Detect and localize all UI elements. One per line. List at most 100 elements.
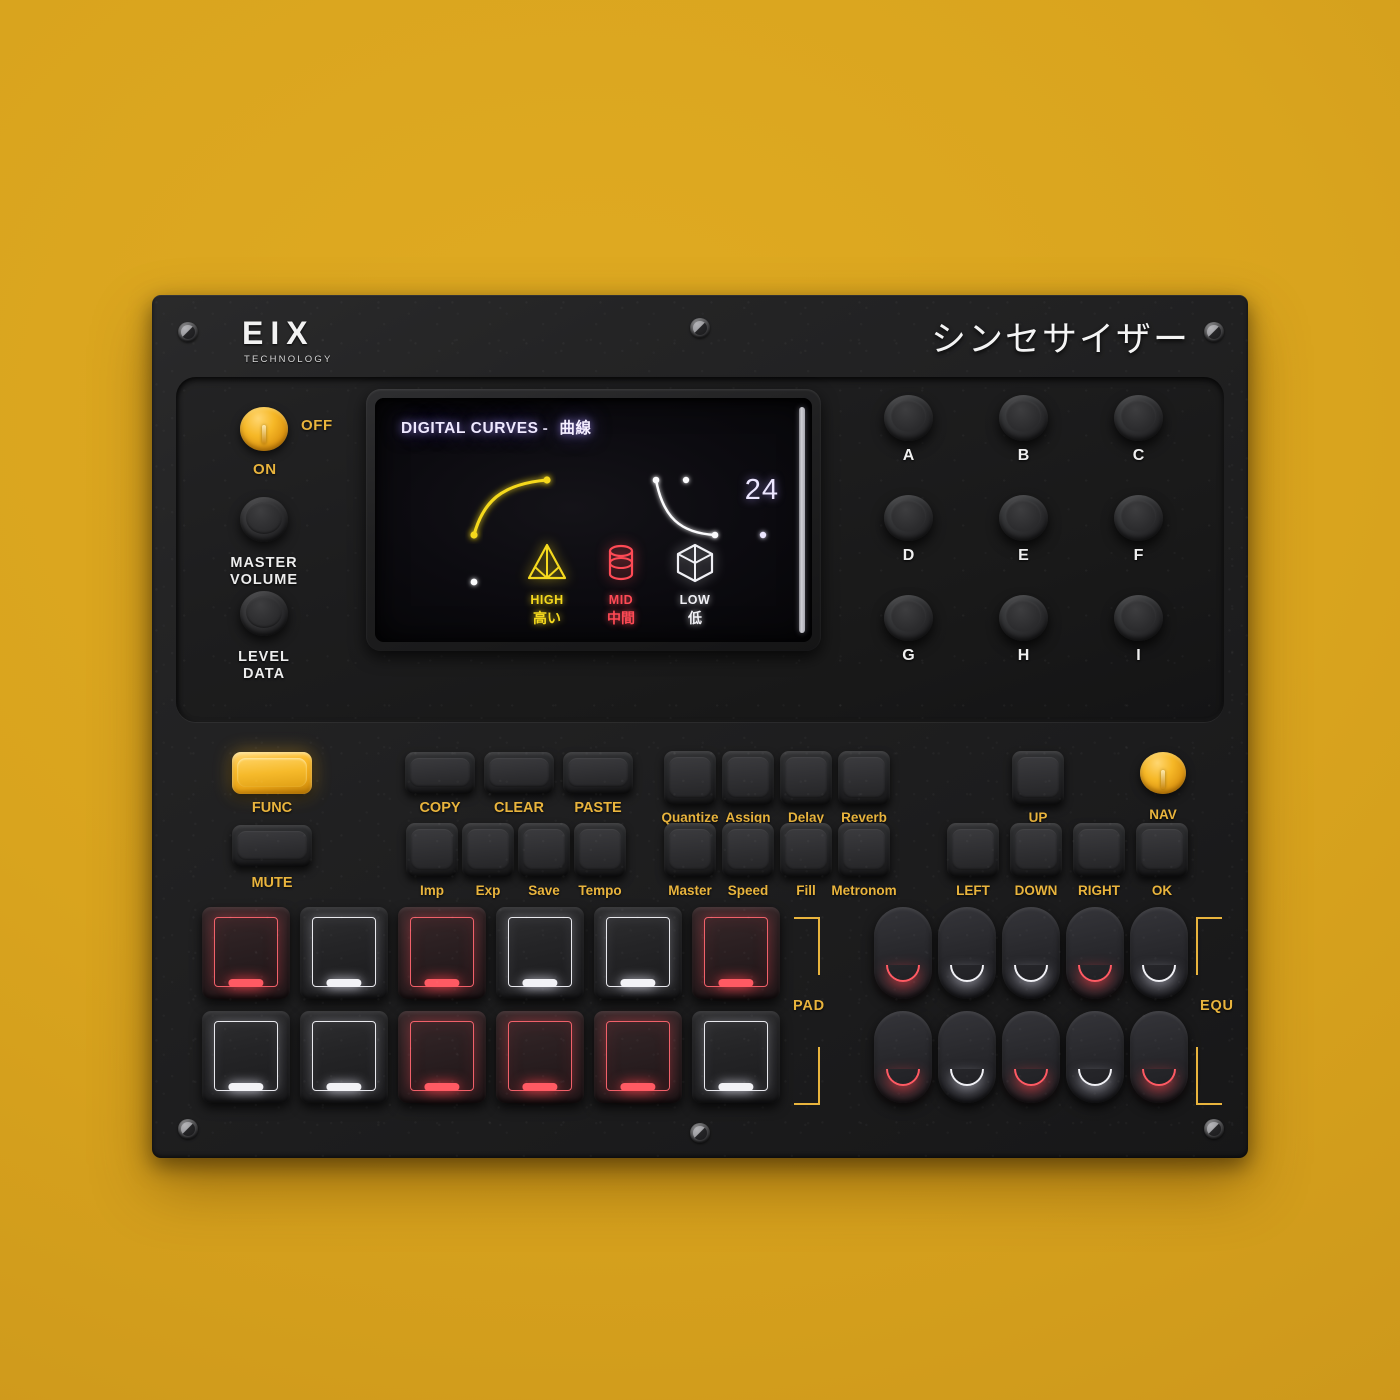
pad-bracket: PAD xyxy=(793,917,840,1107)
power-on-label: ON xyxy=(253,461,277,478)
equ-9[interactable] xyxy=(1066,1011,1124,1103)
pad-4-indicator xyxy=(522,979,558,987)
up-button[interactable] xyxy=(1012,751,1064,805)
master-button[interactable] xyxy=(664,823,716,877)
speed-button[interactable] xyxy=(722,823,774,877)
reverb-button[interactable] xyxy=(838,751,890,805)
paste-label: PASTE xyxy=(574,800,622,816)
fill-button[interactable] xyxy=(780,823,832,877)
brand-logo: EIX TECHNOLOGY xyxy=(242,317,333,365)
imp-button[interactable] xyxy=(406,823,458,877)
display-screen[interactable]: DIGITAL CURVES - 曲線 24 HIGH 高い MID 中間 LO… xyxy=(375,398,812,642)
pyramid-icon xyxy=(527,543,567,580)
knob-b[interactable] xyxy=(999,395,1048,441)
brand-name: EIX xyxy=(242,315,315,351)
screw-top-left xyxy=(178,322,198,342)
knob-h-label: H xyxy=(1017,647,1030,664)
mute-button[interactable] xyxy=(232,825,312,867)
exp-button[interactable] xyxy=(462,823,514,877)
ok-label: OK xyxy=(1151,883,1173,898)
pad-2[interactable] xyxy=(300,907,388,999)
pad-7[interactable] xyxy=(202,1011,290,1103)
screw-top-center xyxy=(690,318,710,338)
mute-label: MUTE xyxy=(251,875,293,891)
pad-12[interactable] xyxy=(692,1011,780,1103)
pad-bracket-label: PAD xyxy=(793,998,825,1014)
screw-bottom-left xyxy=(178,1119,198,1139)
pad-10[interactable] xyxy=(496,1011,584,1103)
equ-10[interactable] xyxy=(1130,1011,1188,1103)
left-button[interactable] xyxy=(947,823,999,877)
knob-c[interactable] xyxy=(1114,395,1163,441)
imp-label: Imp xyxy=(419,883,444,898)
mid-icon-group[interactable]: MID 中間 xyxy=(587,540,655,628)
equ-5-indicator xyxy=(1142,965,1176,982)
pad-11[interactable] xyxy=(594,1011,682,1103)
pad-9[interactable] xyxy=(398,1011,486,1103)
copy-button[interactable] xyxy=(405,752,475,794)
paste-button[interactable] xyxy=(563,752,633,794)
equ-3[interactable] xyxy=(1002,907,1060,999)
right-button[interactable] xyxy=(1073,823,1125,877)
nav-knob[interactable] xyxy=(1140,752,1186,794)
knob-f[interactable] xyxy=(1114,495,1163,541)
metronom-button[interactable] xyxy=(838,823,890,877)
func-label: FUNC xyxy=(251,800,293,816)
equ-8-indicator xyxy=(1014,1069,1048,1086)
clear-button[interactable] xyxy=(484,752,554,794)
exp-label: Exp xyxy=(475,883,501,898)
pad-1[interactable] xyxy=(202,907,290,999)
equ-4[interactable] xyxy=(1066,907,1124,999)
pad-6[interactable] xyxy=(692,907,780,999)
master-volume-knob[interactable] xyxy=(240,497,288,542)
equ-8[interactable] xyxy=(1002,1011,1060,1103)
screw-top-right xyxy=(1204,322,1224,342)
knob-h[interactable] xyxy=(999,595,1048,641)
pad-3[interactable] xyxy=(398,907,486,999)
equ-6[interactable] xyxy=(874,1011,932,1103)
equ-6-indicator xyxy=(886,1069,920,1086)
pad-4[interactable] xyxy=(496,907,584,999)
screen-title: DIGITAL CURVES - 曲線 xyxy=(401,416,592,438)
cylinder-icon xyxy=(608,544,634,581)
power-knob[interactable] xyxy=(240,407,288,451)
down-button[interactable] xyxy=(1010,823,1062,877)
ok-button[interactable] xyxy=(1136,823,1188,877)
pad-5[interactable] xyxy=(594,907,682,999)
equ-7[interactable] xyxy=(938,1011,996,1103)
level-data-knob[interactable] xyxy=(240,591,288,636)
high-label-jp: 高い xyxy=(533,610,561,626)
pad-8-indicator xyxy=(326,1083,362,1091)
quantize-button[interactable] xyxy=(664,751,716,805)
equ-5[interactable] xyxy=(1130,907,1188,999)
equ-1[interactable] xyxy=(874,907,932,999)
high-icon-group[interactable]: HIGH 高い xyxy=(513,540,581,628)
equ-2[interactable] xyxy=(938,907,996,999)
screw-bottom-center xyxy=(690,1123,710,1143)
assign-button[interactable] xyxy=(722,751,774,805)
delay-button[interactable] xyxy=(780,751,832,805)
clear-label: CLEAR xyxy=(494,800,544,816)
metronom-label: Metronom xyxy=(831,883,897,898)
knob-e[interactable] xyxy=(999,495,1048,541)
tempo-button[interactable] xyxy=(574,823,626,877)
pad-6-inner xyxy=(704,917,768,987)
equ-1-indicator xyxy=(886,965,920,982)
func-button[interactable] xyxy=(232,752,312,794)
low-icon-group[interactable]: LOW 低 xyxy=(661,540,729,628)
knob-i[interactable] xyxy=(1114,595,1163,641)
synthesizer-device: EIX TECHNOLOGY シンセサイザー OFF ON MASTER VOL… xyxy=(152,295,1248,1158)
knob-d[interactable] xyxy=(884,495,933,541)
display-scrollbar[interactable] xyxy=(799,407,805,633)
save-button[interactable] xyxy=(518,823,570,877)
knob-g[interactable] xyxy=(884,595,933,641)
pad-3-indicator xyxy=(424,979,460,987)
upper-control-panel: OFF ON MASTER VOLUME LEVEL DATA DIGITAL … xyxy=(176,377,1224,722)
pad-9-inner xyxy=(410,1021,474,1091)
pad-8[interactable] xyxy=(300,1011,388,1103)
master-volume-label: MASTER VOLUME xyxy=(229,555,299,588)
screen-value: 24 xyxy=(744,474,779,506)
brand-subtitle: TECHNOLOGY xyxy=(244,354,333,365)
level-data-label: LEVEL DATA xyxy=(238,649,290,682)
knob-a[interactable] xyxy=(884,395,933,441)
